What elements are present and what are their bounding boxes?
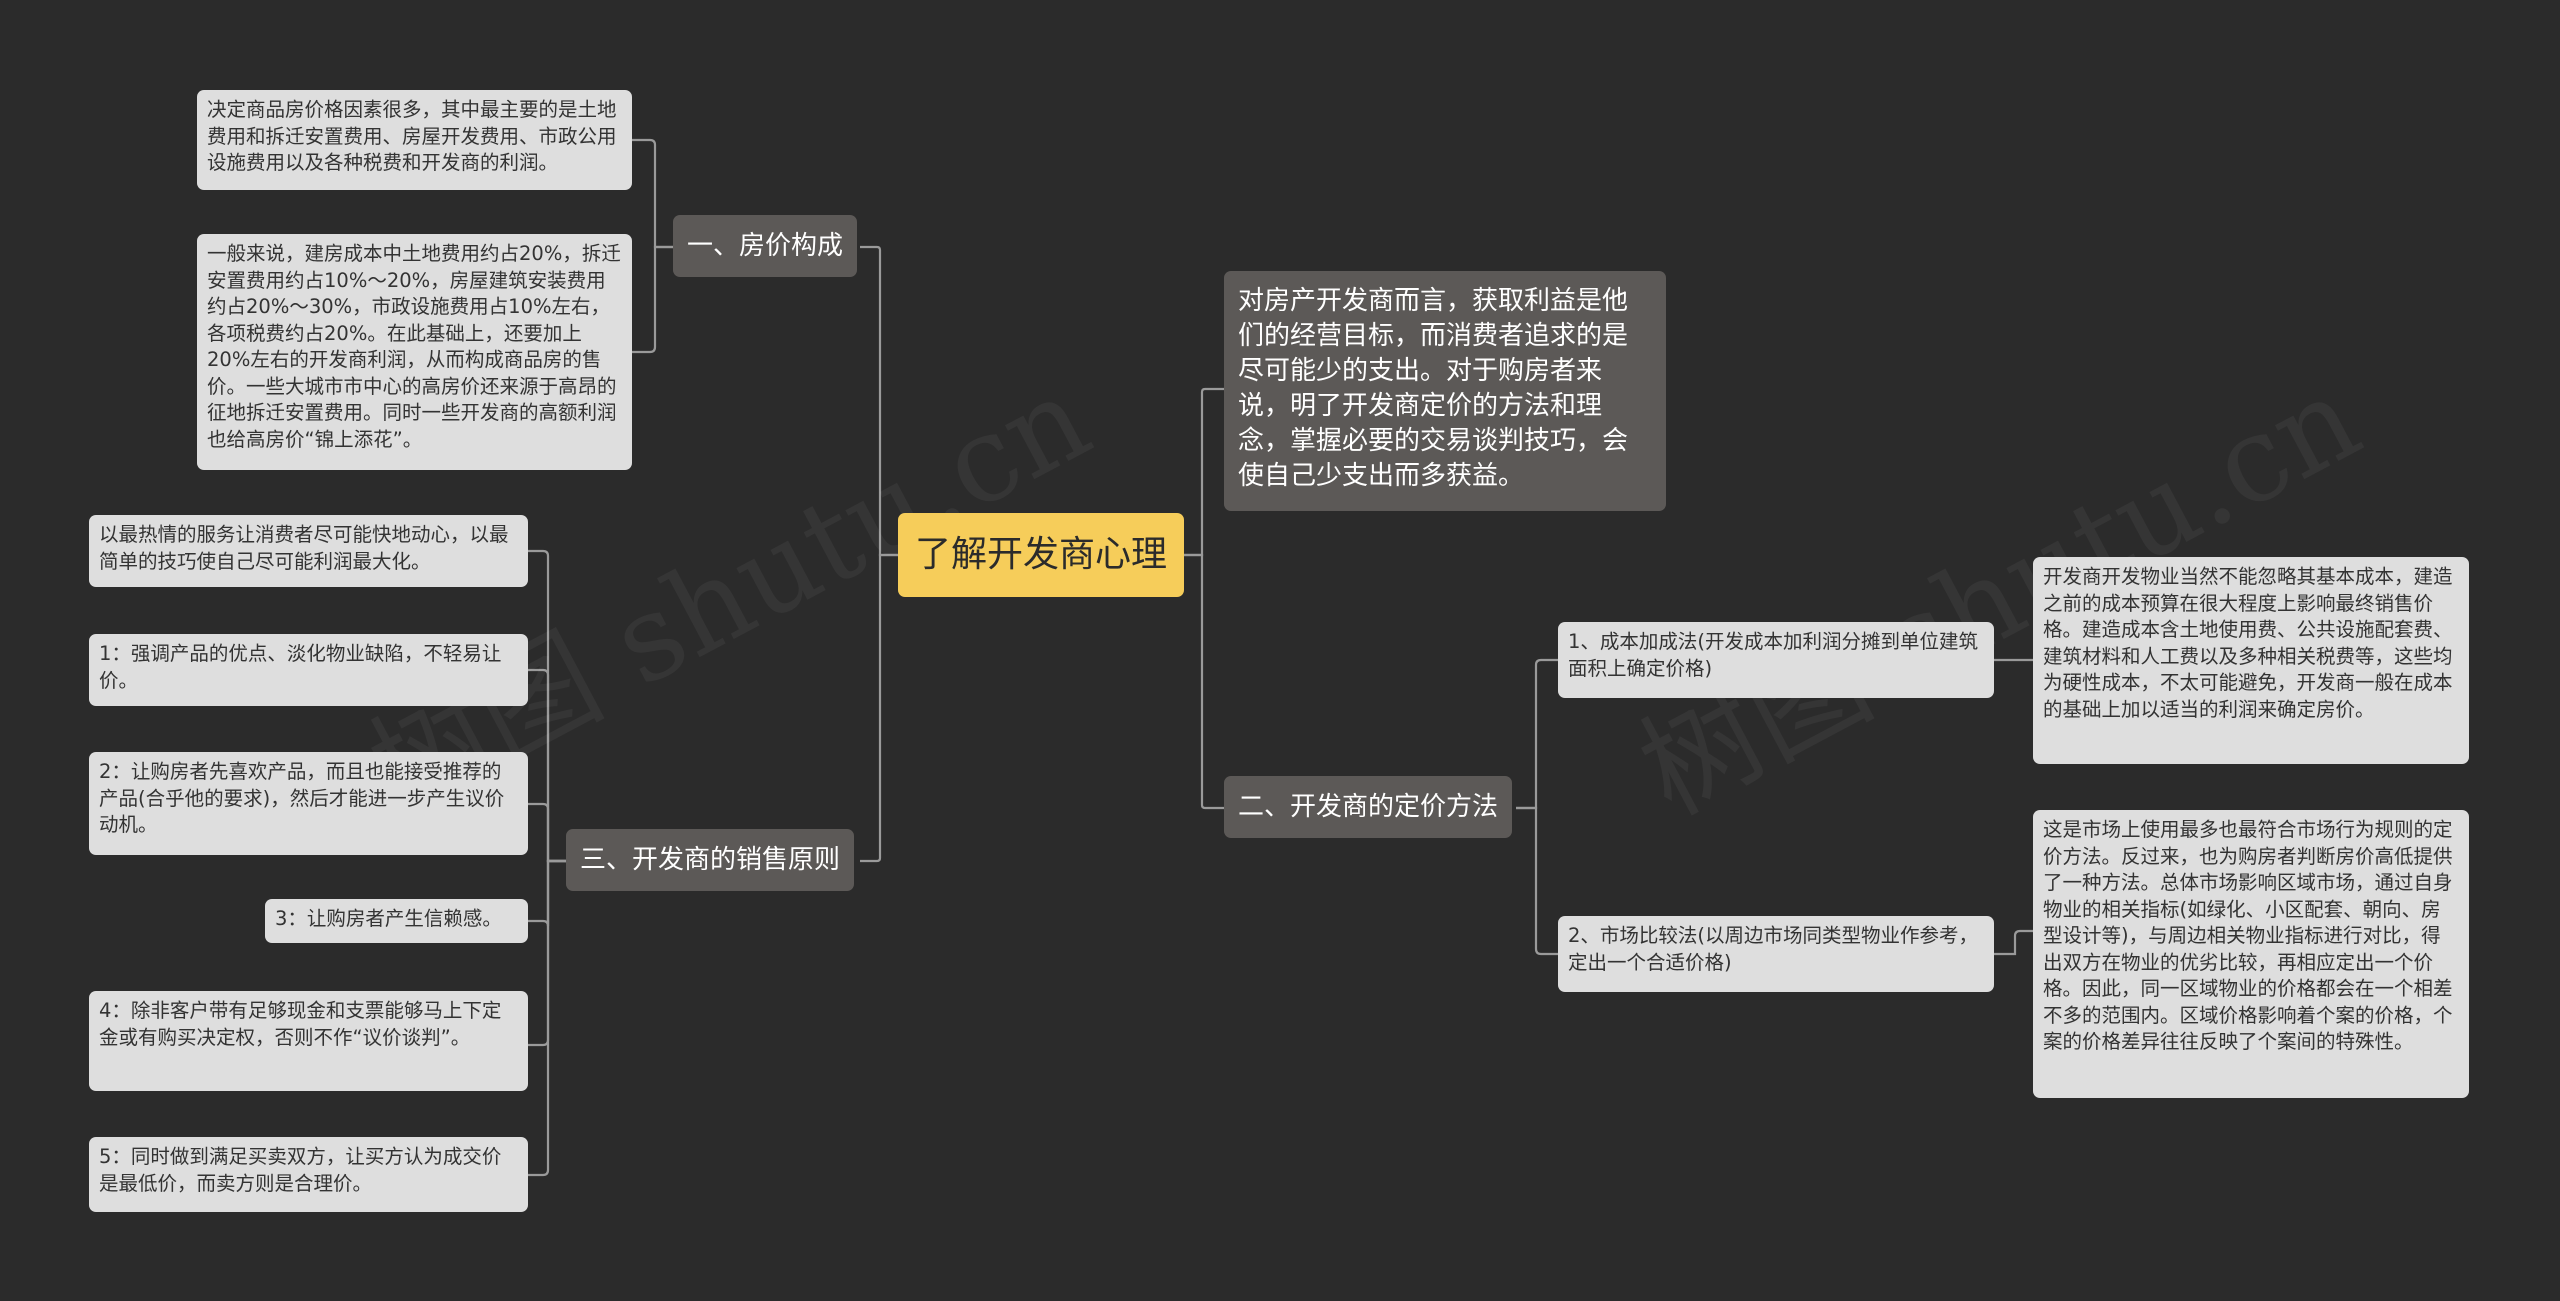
detail-cost-plus[interactable]: 开发商开发物业当然不能忽略其基本成本，建造之前的成本预算在很大程度上影响最终销售… [2033, 557, 2469, 764]
method-cost-plus[interactable]: 1、成本加成法(开发成本加利润分摊到单位建筑面积上确定价格) [1558, 622, 1994, 698]
root-topic[interactable]: 了解开发商心理 [898, 513, 1184, 597]
leaf-sales-overview[interactable]: 以最热情的服务让消费者尽可能快地动心，以最简单的技巧使自己尽可能利润最大化。 [89, 515, 528, 587]
leaf-price-factors[interactable]: 决定商品房价格因素很多，其中最主要的是土地费用和拆迁安置费用、房屋开发费用、市政… [197, 90, 632, 190]
leaf-sales-rule-2[interactable]: 2：让购房者先喜欢产品，而且也能接受推荐的产品(合乎他的要求)，然后才能进一步产… [89, 752, 528, 855]
detail-market-comparison[interactable]: 这是市场上使用最多也最符合市场行为规则的定价方法。反过来，也为购房者判断房价高低… [2033, 810, 2469, 1098]
method-market-comparison[interactable]: 2、市场比较法(以周边市场同类型物业作参考，定出一个合适价格) [1558, 916, 1994, 992]
leaf-sales-rule-5[interactable]: 5：同时做到满足买卖双方，让买方认为成交价是最低价，而卖方则是合理价。 [89, 1137, 528, 1212]
leaf-cost-breakdown[interactable]: 一般来说，建房成本中土地费用约占20%，拆迁安置费用约占10%～20%，房屋建筑… [197, 234, 632, 470]
leaf-sales-rule-4[interactable]: 4：除非客户带有足够现金和支票能够马上下定金或有购买决定权，否则不作“议价谈判”… [89, 991, 528, 1091]
leaf-sales-rule-1[interactable]: 1：强调产品的优点、淡化物业缺陷，不轻易让价。 [89, 634, 528, 706]
branch-pricing-methods[interactable]: 二、开发商的定价方法 [1224, 776, 1513, 838]
intro-note[interactable]: 对房产开发商而言，获取利益是他们的经营目标，而消费者追求的是尽可能少的支出。对于… [1224, 271, 1666, 511]
leaf-sales-rule-3[interactable]: 3：让购房者产生信赖感。 [265, 899, 528, 943]
branch-price-composition[interactable]: 一、房价构成 [673, 215, 858, 277]
branch-sales-principles[interactable]: 三、开发商的销售原则 [566, 829, 855, 891]
